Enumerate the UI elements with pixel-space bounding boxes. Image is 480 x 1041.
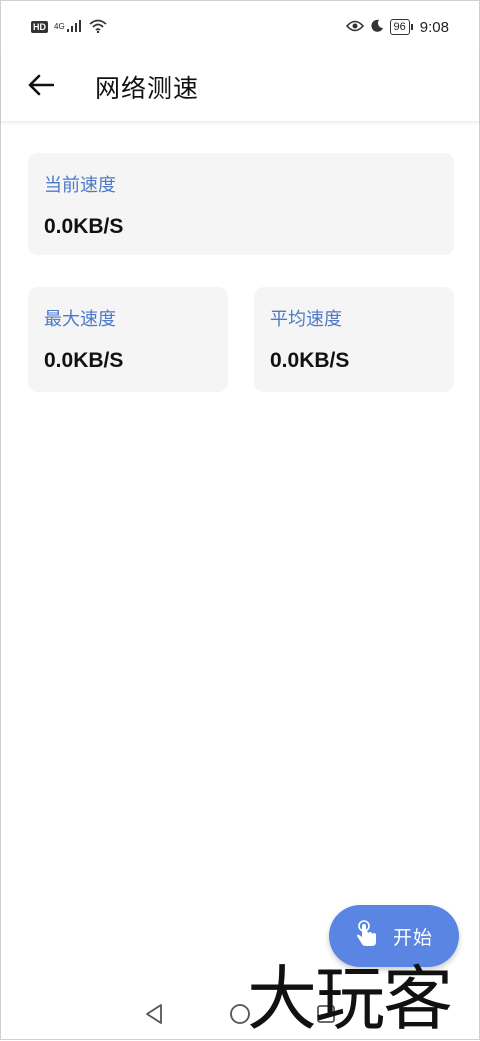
- wifi-icon: [89, 19, 107, 36]
- max-speed-value: 0.0KB/S: [44, 349, 124, 372]
- current-speed-value: 0.0KB/S: [44, 215, 124, 238]
- average-speed-label: 平均速度: [270, 309, 342, 329]
- start-button[interactable]: 开始: [329, 905, 459, 967]
- triangle-back-icon: [144, 1003, 164, 1030]
- eye-icon: [345, 19, 364, 35]
- current-speed-card: 当前速度 0.0KB/S: [28, 153, 454, 255]
- app-header: 网络测速: [1, 53, 479, 121]
- status-left: HD 4G: [31, 19, 107, 36]
- signal-icon: [66, 19, 83, 35]
- nav-home-button[interactable]: [228, 1003, 252, 1030]
- battery-indicator: 96: [389, 19, 414, 35]
- start-button-label: 开始: [392, 927, 433, 949]
- system-nav-bar: [1, 991, 479, 1041]
- average-speed-card: 平均速度 0.0KB/S: [254, 287, 454, 392]
- network-type: 4G: [54, 22, 65, 31]
- arrow-left-icon: [28, 74, 55, 101]
- square-recent-icon: [316, 1004, 336, 1029]
- page-title: 网络测速: [95, 75, 200, 103]
- nav-recent-button[interactable]: [314, 1004, 338, 1028]
- max-speed-label: 最大速度: [44, 309, 116, 329]
- nav-back-button[interactable]: [142, 1003, 166, 1030]
- status-bar: HD 4G 96 9:08: [1, 1, 479, 53]
- status-right: 96 9:08: [345, 18, 449, 36]
- average-speed-value: 0.0KB/S: [270, 349, 350, 372]
- moon-icon: [370, 19, 384, 36]
- back-button[interactable]: [21, 67, 61, 107]
- current-speed-label: 当前速度: [44, 175, 116, 195]
- hd-badge: HD: [31, 21, 48, 33]
- touch-hand-icon: [355, 919, 379, 953]
- max-speed-card: 最大速度 0.0KB/S: [28, 287, 228, 392]
- status-time: 9:08: [419, 18, 449, 36]
- circle-home-icon: [229, 1003, 251, 1030]
